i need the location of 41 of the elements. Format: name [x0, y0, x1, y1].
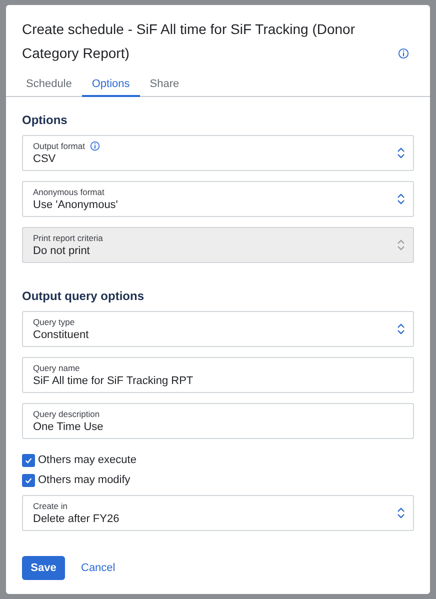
info-icon[interactable] — [90, 140, 100, 150]
field-value: One Time Use — [33, 420, 104, 434]
field-label: Create in — [33, 500, 68, 512]
section-heading: Output query options — [22, 288, 145, 305]
field-value: Use 'Anonymous' — [33, 198, 119, 212]
tab[interactable]: Schedule — [16, 73, 82, 97]
checkbox-label: Others may execute — [38, 452, 136, 468]
field-value: SiF All time for SiF Tracking RPT — [33, 374, 194, 388]
field-label: Output format — [33, 140, 85, 152]
select-field[interactable]: Output format CSV — [22, 135, 414, 171]
chevron-icon — [397, 507, 405, 519]
save-button[interactable]: Save — [22, 556, 65, 580]
field-value: Constituent — [33, 328, 90, 342]
field-label: Anonymous format — [33, 186, 104, 198]
select-field[interactable]: Create in Delete after FY26 — [22, 495, 414, 531]
checkbox[interactable] — [22, 474, 35, 486]
field-label: Print report criteria — [33, 232, 103, 244]
field-value: CSV — [33, 152, 57, 166]
input-field[interactable]: Query name SiF All time for SiF Tracking RPT — [22, 357, 414, 393]
tab[interactable]: Options — [82, 73, 140, 97]
field-value: Delete after FY26 — [33, 512, 120, 526]
field-label: Query name — [33, 362, 80, 374]
chevron-icon — [397, 239, 405, 251]
check-icon — [24, 476, 33, 484]
check-icon — [24, 456, 33, 464]
select-field[interactable]: Query type Constituent — [22, 311, 414, 347]
dialog-title: Create schedule - SiF All time for SiF Tracking (Donor Category Report) — [22, 20, 356, 63]
tab[interactable]: Share — [140, 73, 190, 97]
checkbox-label: Others may modify — [38, 472, 130, 488]
chevron-icon — [397, 193, 405, 205]
section-heading: Options — [22, 112, 68, 129]
checkbox[interactable] — [22, 454, 35, 466]
field-label: Query description — [33, 408, 100, 420]
cancel-link[interactable]: Cancel — [81, 560, 116, 576]
field-value: Do not print — [33, 244, 91, 258]
field-label: Query type — [33, 316, 75, 328]
select-field[interactable]: Anonymous format Use 'Anonymous' — [22, 181, 414, 217]
chevron-icon — [397, 323, 405, 335]
chevron-icon — [397, 147, 405, 159]
info-icon[interactable] — [398, 48, 409, 59]
input-field[interactable]: Query description One Time Use — [22, 403, 414, 439]
